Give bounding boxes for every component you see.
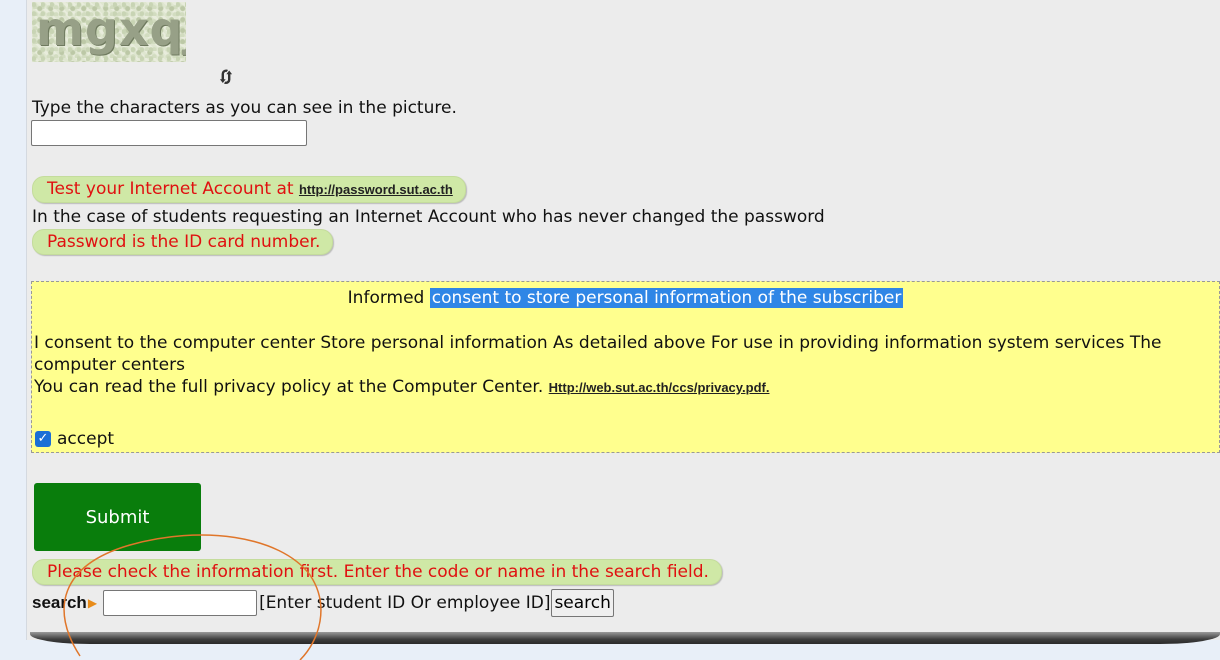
- panel-bottom-shadow: [30, 632, 1220, 644]
- captcha-image: mgxqj: [32, 2, 186, 62]
- privacy-line: You can read the full privacy policy at …: [34, 376, 1204, 399]
- privacy-policy-link[interactable]: Http://web.sut.ac.th/ccs/privacy.pdf.: [549, 380, 770, 395]
- accept-row: ✓ accept: [34, 427, 114, 451]
- password-site-link[interactable]: http://password.sut.ac.th: [299, 182, 453, 197]
- arrow-right-icon: ▶: [87, 596, 98, 610]
- privacy-text: You can read the full privacy policy at …: [34, 377, 544, 397]
- consent-title: Informed consent to store personal infor…: [32, 286, 1219, 310]
- search-button[interactable]: search: [551, 589, 614, 617]
- consent-title-highlight: consent to store personal information of…: [429, 288, 904, 308]
- password-hint-notice: Password is the ID card number.: [32, 229, 334, 255]
- consent-title-prefix: Informed: [347, 288, 425, 308]
- refresh-icon[interactable]: 🔄︎: [216, 68, 236, 88]
- search-row: search ▶ [Enter student ID Or employee I…: [32, 589, 614, 617]
- consent-body: I consent to the computer center Store p…: [34, 332, 1204, 399]
- consent-statement: I consent to the computer center Store p…: [34, 333, 1162, 375]
- captcha-input[interactable]: [31, 120, 307, 146]
- test-account-notice: Test your Internet Account at http://pas…: [32, 176, 466, 203]
- check-info-notice: Please check the information first. Ente…: [32, 559, 722, 585]
- search-hint: [Enter student ID Or employee ID]: [259, 593, 551, 613]
- test-account-text: Test your Internet Account at: [47, 179, 294, 199]
- search-label: search: [32, 593, 87, 612]
- students-case-text: In the case of students requesting an In…: [32, 207, 825, 227]
- accept-checkbox[interactable]: ✓: [35, 431, 51, 447]
- search-input[interactable]: [103, 590, 258, 616]
- captcha-instruction: Type the characters as you can see in th…: [32, 98, 457, 118]
- accept-label[interactable]: accept: [57, 427, 114, 451]
- submit-button[interactable]: Submit: [34, 483, 201, 551]
- consent-box: Informed consent to store personal infor…: [31, 281, 1220, 453]
